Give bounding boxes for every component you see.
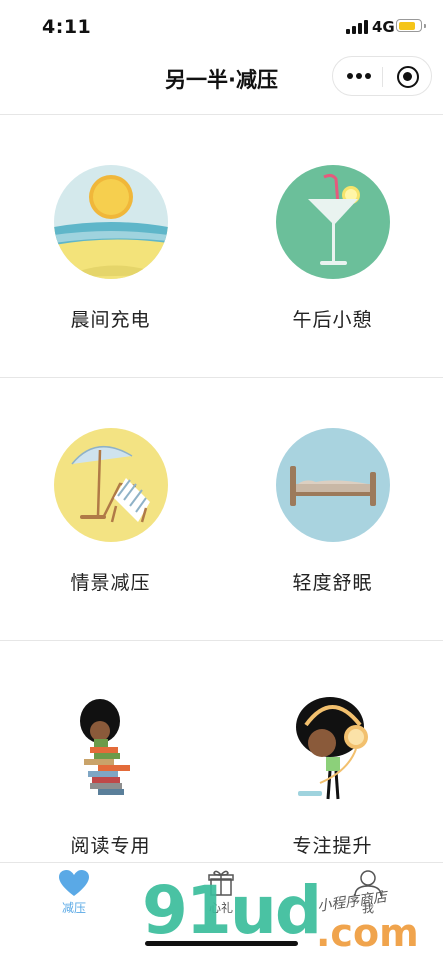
grid-item-morning-charge[interactable]: 晨间充电 — [0, 115, 221, 377]
battery-fill — [398, 21, 415, 30]
reading-books-icon — [80, 699, 130, 795]
close-miniprogram-icon[interactable] — [397, 66, 419, 88]
more-options-icon[interactable] — [347, 73, 371, 81]
watermark-logo: 91ud — [142, 872, 322, 949]
watermark-suffix: .com — [316, 911, 419, 955]
headphones-listener-icon — [296, 697, 368, 800]
signal-strength-icon — [346, 20, 368, 34]
miniprogram-capsule — [332, 56, 432, 96]
grid-item-light-sleep[interactable]: 轻度舒眠 — [222, 378, 443, 640]
grid-item-label: 阅读专用 — [70, 835, 151, 857]
home-indicator — [145, 941, 298, 946]
grid-item-label: 午后小憩 — [292, 309, 373, 331]
grid-item-label: 情景减压 — [70, 572, 151, 594]
grid-item-scene-relax[interactable]: 情景减压 — [0, 378, 221, 640]
sunrise-beach-icon — [54, 165, 168, 279]
nav-bar: 另一半·减压 — [0, 56, 443, 114]
beach-umbrella-chair-icon — [54, 428, 168, 542]
network-type: 4G — [372, 18, 395, 36]
status-bar: 4:11 4G — [0, 0, 443, 56]
grid-item-afternoon-nap[interactable]: 午后小憩 — [222, 115, 443, 377]
tab-label: 减压 — [61, 901, 86, 915]
tab-relax[interactable]: 减压 — [24, 869, 124, 929]
heart-icon — [59, 870, 89, 896]
grid-item-label: 轻度舒眠 — [292, 572, 373, 594]
grid-row: 晨间充电 午后小憩 — [0, 115, 443, 378]
bed-icon — [276, 428, 390, 542]
grid-row: 情景减压 轻度舒眠 — [0, 378, 443, 641]
status-time: 4:11 — [42, 16, 92, 38]
relax-category-grid: 晨间充电 午后小憩 情景减压 轻度舒眠 阅读专用 专注提升 — [0, 114, 443, 903]
cocktail-glass-icon — [276, 165, 390, 279]
grid-item-label: 晨间充电 — [70, 309, 151, 331]
battery-icon — [396, 19, 426, 32]
grid-item-label: 专注提升 — [292, 835, 373, 857]
